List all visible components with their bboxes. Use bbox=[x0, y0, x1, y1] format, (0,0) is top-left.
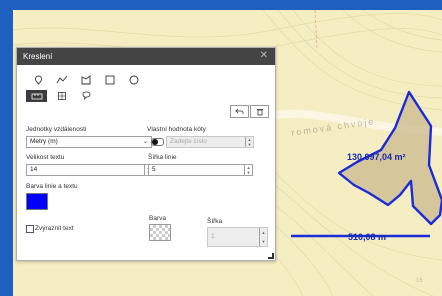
line-text-color-swatch[interactable] bbox=[26, 193, 48, 210]
pin-icon bbox=[34, 75, 42, 85]
polygon-tool[interactable] bbox=[79, 74, 93, 86]
polyline-icon bbox=[56, 75, 68, 84]
spinner[interactable]: ▲ ▼ bbox=[245, 137, 253, 147]
area-measurement-label: 130 097,04 m² bbox=[347, 152, 406, 162]
custom-dimension-placeholder: Zadejte číslo bbox=[170, 138, 207, 145]
house-number-label: 16 bbox=[416, 278, 423, 284]
line-width-label: Šířka linie bbox=[148, 154, 177, 161]
line-width-value: 5 bbox=[152, 166, 156, 173]
line-width-spinner[interactable]: ▲ ▼ bbox=[244, 165, 252, 175]
rectangle-icon bbox=[105, 75, 115, 85]
resize-handle[interactable] bbox=[268, 253, 274, 259]
area-tool[interactable] bbox=[55, 90, 69, 102]
panel-title: Kreslení bbox=[23, 52, 53, 61]
delete-button[interactable] bbox=[250, 105, 269, 118]
fill-color-swatch[interactable] bbox=[149, 224, 171, 241]
distance-icon bbox=[31, 93, 42, 100]
text-icon bbox=[82, 91, 90, 101]
line-width-input[interactable]: 5 ▲ ▼ bbox=[148, 164, 253, 176]
undo-icon bbox=[235, 108, 244, 114]
distance-units-select[interactable]: Metry (m) ⌄ bbox=[26, 136, 152, 148]
custom-dimension-input[interactable]: Zadejte číslo ▲ ▼ bbox=[166, 136, 254, 148]
distance-units-label: Jednotky vzdálenosti bbox=[26, 126, 87, 133]
text-size-label: Velikost textu bbox=[26, 154, 65, 161]
app-frame: romová chvoje 130 097,04 m² 510,08 m 16 … bbox=[0, 0, 442, 296]
distance-measurement-label: 510,08 m bbox=[348, 232, 387, 242]
text-size-value: 14 bbox=[30, 166, 38, 173]
trash-icon bbox=[256, 108, 263, 115]
circle-icon bbox=[129, 75, 139, 85]
outline-width-input[interactable]: 1 ▲ ▼ bbox=[207, 227, 268, 247]
polygon-icon bbox=[81, 75, 91, 85]
outline-width-value: 1 bbox=[211, 233, 215, 240]
outline-width-label: Šířka bbox=[207, 218, 223, 225]
highlight-text-checkbox[interactable] bbox=[26, 225, 34, 233]
drawing-panel: Kreslení ✕ Jednotky vzdálenosti Metry (m… bbox=[16, 47, 276, 261]
panel-header: Kreslení ✕ bbox=[17, 48, 275, 65]
distance-units-value: Metry (m) bbox=[30, 138, 58, 145]
outline-width-spinner[interactable]: ▲ ▼ bbox=[259, 228, 267, 246]
chevron-down-icon: ⌄ bbox=[142, 139, 148, 145]
custom-dimension-toggle[interactable] bbox=[151, 138, 164, 146]
circle-tool[interactable] bbox=[127, 74, 141, 86]
undo-button[interactable] bbox=[230, 105, 249, 118]
fill-color-label: Barva bbox=[149, 215, 166, 222]
text-tool[interactable] bbox=[79, 90, 93, 102]
rectangle-tool[interactable] bbox=[103, 74, 117, 86]
custom-dimension-label: Vlastní hodnota kóty bbox=[147, 126, 206, 133]
distance-tool[interactable] bbox=[26, 90, 47, 102]
close-icon[interactable]: ✕ bbox=[260, 50, 268, 61]
highlight-text-label: Zvýraznit text bbox=[35, 225, 74, 232]
line-text-color-label: Barva linie a textu bbox=[26, 183, 78, 190]
text-size-input[interactable]: 14 ▲▼ bbox=[26, 164, 153, 176]
toggle-knob bbox=[152, 139, 158, 145]
polyline-tool[interactable] bbox=[55, 74, 69, 86]
area-icon bbox=[58, 92, 66, 100]
pin-tool[interactable] bbox=[31, 74, 45, 86]
